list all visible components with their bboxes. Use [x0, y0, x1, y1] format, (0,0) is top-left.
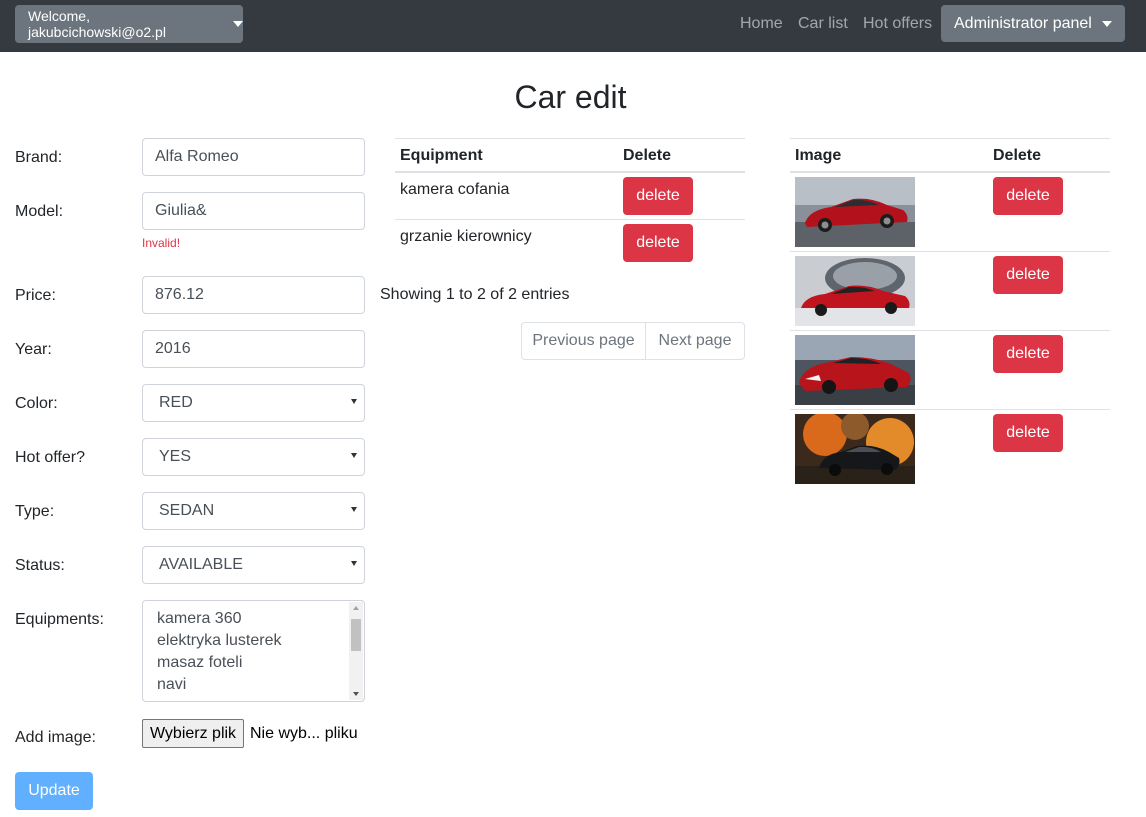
file-status-text: Nie wyb... pliku — [250, 725, 358, 742]
year-label: Year: — [15, 341, 52, 358]
year-input[interactable]: 2016 — [142, 330, 365, 368]
delete-column-header: Delete — [623, 147, 672, 164]
table-row-border — [395, 219, 745, 220]
delete-image-button[interactable]: delete — [993, 256, 1063, 294]
type-value: SEDAN — [159, 502, 215, 519]
year-value: 2016 — [155, 340, 191, 357]
model-error-message: Invalid! — [142, 236, 181, 250]
previous-page-button[interactable]: Previous page — [521, 322, 646, 360]
equipment-column-header: Equipment — [400, 147, 483, 164]
dropdown-arrow-icon — [351, 561, 357, 566]
table-border — [790, 138, 1110, 139]
user-dropdown-button[interactable]: Welcome, jakubcichowski@o2.pl — [15, 5, 243, 43]
admin-panel-dropdown-button[interactable]: Administrator panel — [941, 5, 1125, 42]
chevron-down-icon — [233, 21, 243, 27]
page-title: Car edit — [514, 79, 627, 115]
dropdown-arrow-icon — [351, 453, 357, 458]
nav-car-list-link[interactable]: Car list — [798, 15, 848, 33]
delete-image-button[interactable]: delete — [993, 414, 1063, 452]
price-input[interactable]: 876.12 — [142, 276, 365, 314]
table-row-border — [790, 330, 1110, 331]
dropdown-arrow-icon — [351, 399, 357, 404]
equipment-option[interactable]: elektryka lusterek — [157, 632, 282, 650]
pagination-info: Showing 1 to 2 of 2 entries — [380, 286, 570, 303]
update-button[interactable]: Update — [15, 772, 93, 810]
equipment-option[interactable]: kamera 360 — [157, 610, 242, 628]
status-select[interactable]: AVAILABLE — [142, 546, 365, 584]
scroll-up-arrow-icon[interactable] — [353, 606, 359, 610]
model-input[interactable]: Giulia& — [142, 192, 365, 230]
model-value: Giulia& — [155, 202, 207, 219]
table-header-border — [395, 171, 745, 173]
color-label: Color: — [15, 395, 58, 412]
delete-image-button[interactable]: delete — [993, 177, 1063, 215]
scrollbar-thumb[interactable] — [351, 619, 361, 651]
equipment-option[interactable]: navi — [157, 676, 186, 694]
top-navbar: Welcome, jakubcichowski@o2.pl Home Car l… — [0, 0, 1146, 52]
chevron-down-icon — [1101, 20, 1112, 27]
next-page-button[interactable]: Next page — [645, 322, 745, 360]
price-value: 876.12 — [155, 286, 204, 303]
car-image-thumbnail — [795, 335, 915, 405]
brand-input[interactable]: Alfa Romeo — [142, 138, 365, 176]
add-image-label: Add image: — [15, 729, 96, 746]
delete-equipment-button[interactable]: delete — [623, 224, 693, 262]
table-border — [395, 138, 745, 139]
equipment-name: kamera cofania — [400, 181, 510, 198]
equipment-option[interactable]: masaz foteli — [157, 654, 242, 672]
equipments-label: Equipments: — [15, 611, 104, 628]
car-image-thumbnail — [795, 177, 915, 247]
brand-value: Alfa Romeo — [155, 148, 239, 165]
hot-offer-label: Hot offer? — [15, 449, 85, 466]
equipment-name: grzanie kierownicy — [400, 228, 532, 245]
car-image-thumbnail — [795, 256, 915, 326]
price-label: Price: — [15, 287, 56, 304]
hot-offer-value: YES — [159, 448, 192, 465]
color-select[interactable]: RED — [142, 384, 365, 422]
delete-image-button[interactable]: delete — [993, 335, 1063, 373]
admin-panel-label: Administrator panel — [954, 14, 1092, 32]
choose-file-button[interactable]: Wybierz plik — [142, 719, 244, 748]
type-label: Type: — [15, 503, 55, 520]
brand-label: Brand: — [15, 149, 63, 166]
color-value: RED — [159, 394, 193, 411]
listbox-scrollbar[interactable] — [349, 602, 363, 700]
scroll-down-arrow-icon[interactable] — [353, 692, 359, 696]
model-label: Model: — [15, 203, 64, 220]
table-row-border — [790, 251, 1110, 252]
status-label: Status: — [15, 557, 65, 574]
hot-offer-select[interactable]: YES — [142, 438, 365, 476]
delete-equipment-button[interactable]: delete — [623, 177, 693, 215]
status-value: AVAILABLE — [159, 556, 243, 573]
table-header-border — [790, 171, 1110, 173]
dropdown-arrow-icon — [351, 507, 357, 512]
table-row-border — [790, 409, 1110, 410]
nav-home-link[interactable]: Home — [740, 15, 783, 33]
image-column-header: Image — [795, 147, 842, 164]
welcome-label: Welcome, jakubcichowski@o2.pl — [28, 8, 166, 40]
car-image-thumbnail — [795, 414, 915, 484]
equipments-multiselect[interactable]: kamera 360 elektryka lusterek masaz fote… — [142, 600, 365, 702]
type-select[interactable]: SEDAN — [142, 492, 365, 530]
delete-column-header: Delete — [993, 147, 1042, 164]
nav-hot-offers-link[interactable]: Hot offers — [863, 15, 932, 33]
